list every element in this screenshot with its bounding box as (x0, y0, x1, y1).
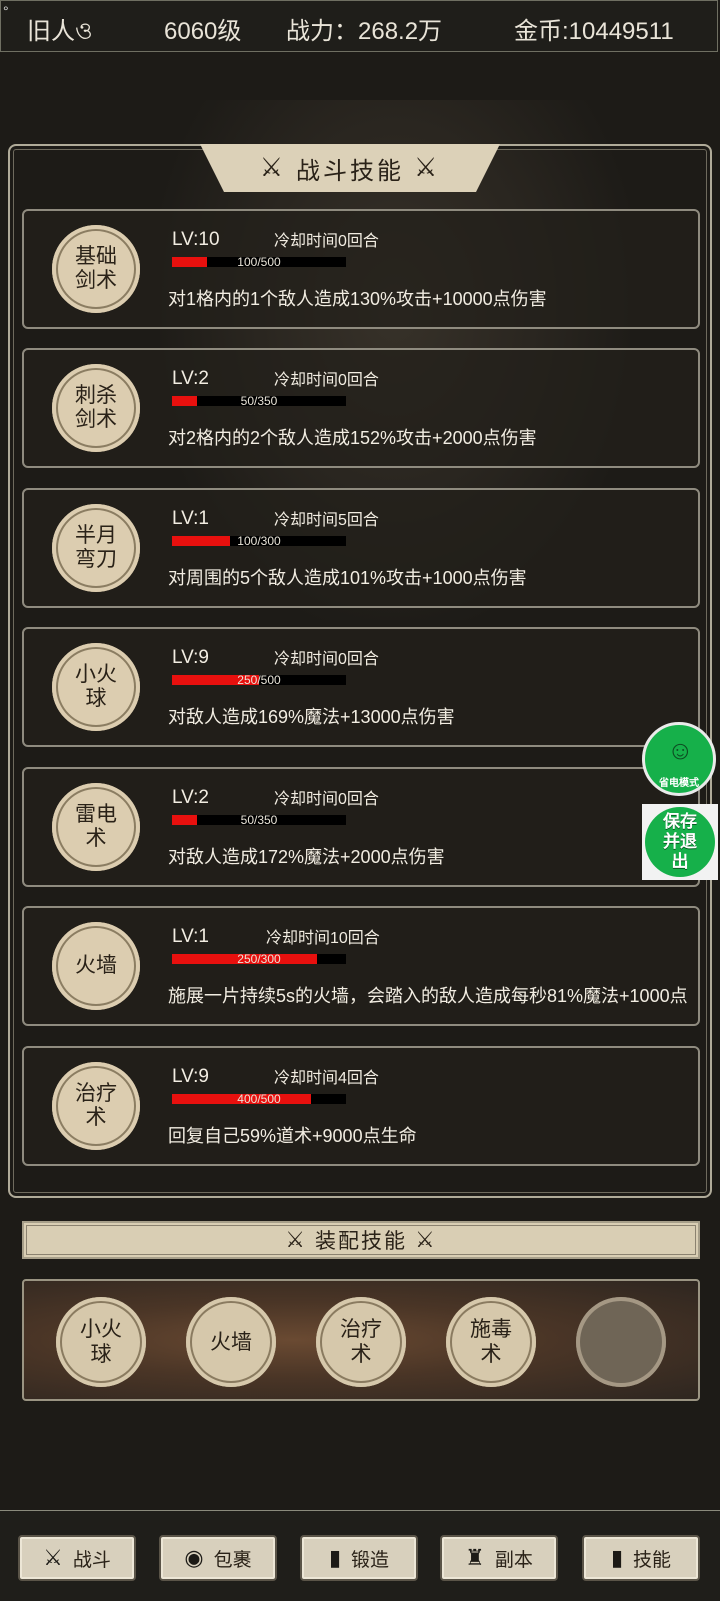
exp-bar: 400/500 (172, 1092, 346, 1106)
crossed-swords-icon: ⚔ (43, 1545, 63, 1570)
save-exit-label: 保存并退出 (663, 812, 697, 871)
nav-bag[interactable]: ◉ 包裹 (159, 1535, 277, 1581)
skill-badge[interactable]: 火墙 (52, 922, 140, 1010)
skill-description: 对2格内的2个敌人造成152%攻击+2000点伤害 (168, 428, 537, 448)
book-icon: ▮ (610, 1545, 624, 1570)
skill-row[interactable]: 火墙 LV:1 冷却时间10回合 250/300 施展一片持续5s的火墙，会踏入… (22, 906, 700, 1026)
equip-slot[interactable]: 施毒术 (446, 1297, 536, 1387)
equip-slot[interactable]: 小火球 (56, 1297, 146, 1387)
skill-level: LV:2 (172, 787, 209, 808)
panel-title-text: 战斗技能 (296, 156, 404, 185)
rabbit-icon: ☺ (667, 735, 694, 765)
equip-title: 装配技能 (315, 1229, 407, 1253)
panel-title: ⚔ 战斗技能 ⚔ (200, 144, 500, 192)
skill-level: LV:9 (172, 1066, 209, 1087)
crossed-swords-icon: ⚔ (415, 1227, 437, 1253)
nav-battle[interactable]: ⚔ 战斗 (18, 1535, 136, 1581)
exp-bar: 250/300 (172, 952, 346, 966)
skill-badge[interactable]: 基础剑术 (52, 225, 140, 313)
skill-badge[interactable]: 半月弯刀 (52, 504, 140, 592)
skill-description: 回复自己59%道术+9000点生命 (168, 1126, 417, 1146)
skill-level: LV:9 (172, 647, 209, 668)
exp-text: 400/500 (237, 1092, 281, 1106)
skill-cooldown: 冷却时间0回合 (274, 791, 379, 808)
exp-bar: 50/350 (172, 394, 346, 408)
exp-text: 50/350 (240, 813, 278, 827)
skill-row[interactable]: 基础剑术 LV:10 冷却时间0回合 100/500 对1格内的1个敌人造成13… (22, 209, 700, 329)
skill-cooldown: 冷却时间5回合 (274, 512, 379, 529)
exp-bar: 250/500 (172, 673, 346, 687)
skill-row[interactable]: 治疗术 LV:9 冷却时间4回合 400/500 回复自己59%道术+9000点… (22, 1046, 700, 1166)
skill-description: 对敌人造成169%魔法+13000点伤害 (168, 707, 455, 727)
player-level: 6060级 (164, 18, 242, 45)
equip-skills-header: ⚔ 装配技能 ⚔ (22, 1221, 700, 1259)
exp-text: 250/500 (237, 673, 281, 687)
exp-text: 50/350 (240, 394, 278, 408)
skill-cooldown: 冷却时间0回合 (274, 651, 379, 668)
equip-slot[interactable]: 火墙 (186, 1297, 276, 1387)
equip-slot-empty[interactable] (576, 1297, 666, 1387)
skill-cooldown: 冷却时间10回合 (266, 930, 380, 947)
skill-description: 对周围的5个敌人造成101%攻击+1000点伤害 (168, 568, 527, 588)
exp-bar: 100/500 (172, 255, 346, 269)
skill-row[interactable]: 雷电术 LV:2 冷却时间0回合 50/350 对敌人造成172%魔法+2000… (22, 767, 700, 887)
bottom-nav: ⚔ 战斗 ◉ 包裹 ▮ 锻造 ♜ 副本 ▮ 技能 (0, 1510, 720, 1601)
skill-level: LV:2 (172, 368, 209, 389)
bag-icon: ◉ (184, 1545, 204, 1570)
book-icon: ▮ (328, 1545, 342, 1570)
player-name: 旧人ও (27, 18, 93, 45)
crossed-swords-icon: ⚔ (414, 153, 441, 183)
nav-forge[interactable]: ▮ 锻造 (300, 1535, 418, 1581)
skill-cooldown: 冷却时间0回合 (274, 372, 379, 389)
exp-bar: 50/350 (172, 813, 346, 827)
tower-icon: ♜ (465, 1545, 485, 1570)
player-gold: 金币:10449511 (514, 18, 674, 45)
corner-mark: ° (3, 3, 9, 19)
crossed-swords-icon: ⚔ (259, 153, 286, 183)
skill-level: LV:10 (172, 229, 220, 250)
skill-level: LV:1 (172, 926, 209, 947)
skill-description: 对1格内的1个敌人造成130%攻击+10000点伤害 (168, 289, 547, 309)
skill-level: LV:1 (172, 508, 209, 529)
equip-slots-panel: 小火球 火墙 治疗术 施毒术 (22, 1279, 700, 1401)
skill-badge[interactable]: 小火球 (52, 643, 140, 731)
nav-skills[interactable]: ▮ 技能 (582, 1535, 700, 1581)
skill-badge[interactable]: 治疗术 (52, 1062, 140, 1150)
skill-row[interactable]: 刺杀剑术 LV:2 冷却时间0回合 50/350 对2格内的2个敌人造成152%… (22, 348, 700, 468)
exp-text: 100/500 (237, 255, 281, 269)
power-save-label: 省电模式 (659, 778, 699, 789)
equip-slot[interactable]: 治疗术 (316, 1297, 406, 1387)
player-power: 战力：268.2万 (286, 18, 443, 45)
skill-badge[interactable]: 刺杀剑术 (52, 364, 140, 452)
save-exit-button[interactable]: 保存并退出 (642, 804, 718, 880)
skill-badge[interactable]: 雷电术 (52, 783, 140, 871)
exp-text: 100/300 (237, 534, 281, 548)
skill-row[interactable]: 小火球 LV:9 冷却时间0回合 250/500 对敌人造成169%魔法+130… (22, 627, 700, 747)
skill-description: 施展一片持续5s的火墙，会踏入的敌人造成每秒81%魔法+1000点 (168, 986, 688, 1006)
skill-description: 对敌人造成172%魔法+2000点伤害 (168, 847, 445, 867)
skill-cooldown: 冷却时间0回合 (274, 233, 379, 250)
crossed-swords-icon: ⚔ (285, 1227, 307, 1253)
status-bar: ° 旧人ও 6060级 战力：268.2万 金币:10449511 (0, 0, 718, 52)
nav-dungeon[interactable]: ♜ 副本 (440, 1535, 558, 1581)
exp-text: 250/300 (237, 952, 281, 966)
skill-cooldown: 冷却时间4回合 (274, 1070, 379, 1087)
power-save-button[interactable]: ☺ 省电模式 (642, 722, 716, 796)
exp-bar: 100/300 (172, 534, 346, 548)
skill-row[interactable]: 半月弯刀 LV:1 冷却时间5回合 100/300 对周围的5个敌人造成101%… (22, 488, 700, 608)
